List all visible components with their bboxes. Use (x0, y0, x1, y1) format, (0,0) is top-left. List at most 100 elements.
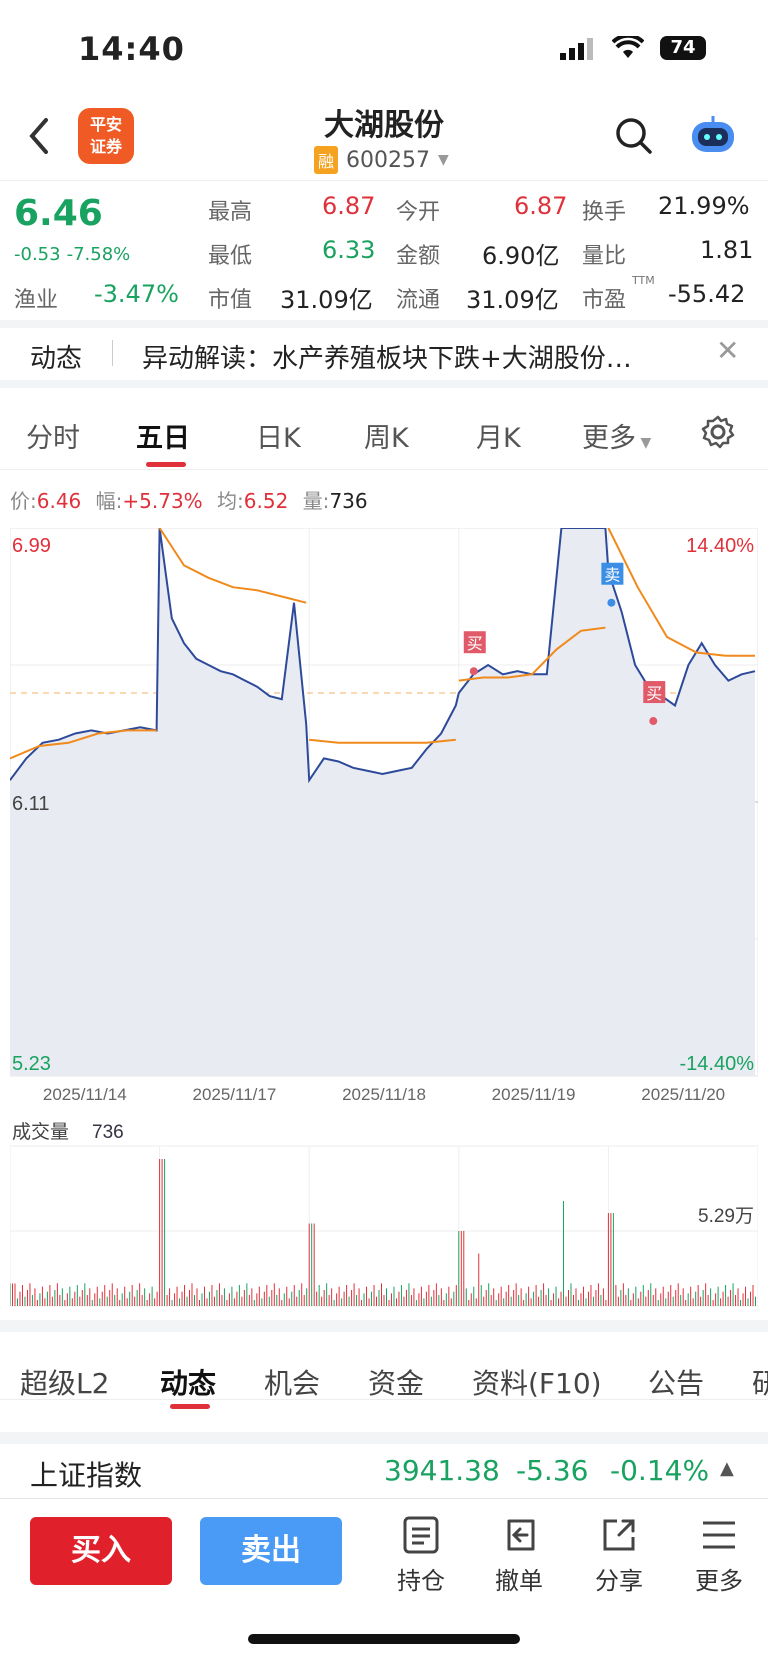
tab-news[interactable]: 动态 (160, 1362, 216, 1402)
low-value: 6.33 (322, 236, 376, 264)
news-bar[interactable]: 动态 异动解读：水产养殖板块下跌+大湖股份… ✕ (0, 320, 768, 388)
document-icon (403, 1516, 439, 1554)
tab-f10[interactable]: 资料(F10) (472, 1362, 602, 1402)
tab-announcements[interactable]: 公告 (648, 1362, 704, 1402)
float-value: 31.09亿 (466, 286, 559, 314)
tab-five-day[interactable]: 五日 (136, 416, 190, 455)
info-range: +5.73% (122, 489, 203, 513)
tab-intraday[interactable]: 分时 (26, 416, 80, 455)
index-pct: -0.14% (610, 1454, 710, 1487)
x-tick-date: 2025/11/20 (641, 1085, 725, 1104)
industry-pct[interactable]: -3.47% (94, 280, 179, 308)
y-tick-high: 6.99 (12, 535, 51, 557)
volume-frame (9, 1145, 759, 1307)
x-tick-date: 2025/11/18 (342, 1085, 426, 1104)
change-value: -0.53 (14, 244, 61, 265)
change-pct: -7.58% (66, 244, 131, 265)
tab-opportunity[interactable]: 机会 (264, 1362, 320, 1402)
index-value: 3941.38 (384, 1454, 500, 1487)
menu-icon (703, 1521, 735, 1549)
trade-marker-label: 买 (646, 685, 662, 703)
volume-max-label: 5.29万 (698, 1206, 754, 1227)
caret-down-icon: ▼ (636, 435, 652, 451)
x-tick-date: 2025/11/14 (43, 1085, 127, 1104)
x-tick-date: 2025/11/19 (492, 1085, 576, 1104)
share-icon (603, 1519, 635, 1551)
stock-code: 600257 (346, 147, 430, 173)
action-bar: 买入 卖出 持仓 撤单 分享 更多 (0, 1498, 768, 1608)
news-divider (112, 340, 113, 366)
turnover-value: 21.99% (658, 192, 750, 220)
gear-icon[interactable] (700, 414, 736, 454)
tab-daily-k[interactable]: 日K (256, 416, 301, 455)
amount-value: 6.90亿 (482, 242, 560, 270)
battery-level: 74 (670, 37, 696, 58)
y-tick-low: 5.23 (12, 1053, 51, 1075)
bottom-tabs: 超级L2 动态 机会 资金 资料(F10) 公告 研 (0, 1320, 768, 1409)
trade-marker-dot (469, 667, 478, 676)
high-label: 最高 (208, 200, 253, 225)
cancel-order-button[interactable]: 撤单 (484, 1515, 554, 1596)
open-label: 今开 (396, 200, 441, 225)
battery-icon: 74 (660, 36, 706, 60)
cancel-order-label: 撤单 (495, 1567, 543, 1595)
y-tick-prev: 6.11 (12, 793, 49, 815)
info-vol-label: 量: (302, 489, 330, 513)
news-label: 动态 (30, 344, 83, 374)
index-name: 上证指数 (30, 1459, 143, 1492)
price-chart[interactable]: 6.99 6.11 5.23 14.40% -14.40% 2025/11/14 2025/… (9, 527, 759, 1322)
share-button[interactable]: 分享 (584, 1515, 654, 1596)
industry-label[interactable]: 渔业 (14, 282, 58, 314)
amount-label: 金额 (396, 244, 441, 269)
bottom-active-indicator (170, 1404, 210, 1409)
status-time: 14:40 (78, 30, 185, 68)
chart-canvas[interactable]: 6.99 6.11 5.23 14.40% -14.40% 2025/11/14 2025/… (9, 527, 759, 1318)
index-change: -5.36 (516, 1454, 589, 1487)
crosshair-info: 价:6.46 幅:+5.73% 均:6.52 量:736 (10, 485, 368, 514)
tab-more-label: 更多 (582, 423, 636, 454)
volume-value: 736 (92, 1122, 124, 1143)
info-price-label: 价: (10, 489, 37, 513)
pe-ttm: TTM (632, 274, 655, 287)
info-vol: 736 (329, 489, 368, 513)
caret-down-icon: ▼ (438, 152, 449, 168)
tab-more[interactable]: 更多 ▼ (582, 416, 651, 455)
tab-funds[interactable]: 资金 (368, 1362, 424, 1402)
news-text[interactable]: 异动解读：水产养殖板块下跌+大湖股份… (142, 338, 632, 375)
info-range-label: 幅: (95, 489, 123, 513)
undo-icon (507, 1519, 535, 1551)
trade-marker-dot (607, 598, 616, 607)
trade-marker-label: 买 (467, 635, 483, 653)
buy-button[interactable]: 买入 (30, 1517, 172, 1585)
vol-ratio-value: 1.81 (700, 236, 754, 264)
low-label: 最低 (208, 244, 253, 269)
holdings-button[interactable]: 持仓 (386, 1515, 456, 1596)
chart-tabs: 分时 五日 日K 周K 月K 更多 ▼ (0, 400, 768, 470)
home-indicator (248, 1634, 520, 1644)
status-bar: 14:40 74 (0, 0, 768, 96)
index-bar[interactable]: 上证指数 3941.38 -5.36 -0.14% ▲ (0, 1432, 768, 1498)
tab-super-l2[interactable]: 超级L2 (20, 1362, 109, 1402)
float-label: 流通 (396, 288, 441, 313)
holdings-label: 持仓 (397, 1567, 445, 1595)
close-icon[interactable]: ✕ (716, 334, 739, 367)
pct-tick-low: -14.40% (680, 1053, 755, 1075)
share-label: 分享 (595, 1567, 643, 1595)
sell-button[interactable]: 卖出 (200, 1517, 342, 1585)
high-value: 6.87 (322, 192, 376, 220)
robot-icon[interactable] (688, 114, 738, 162)
wifi-icon (611, 33, 645, 64)
price-area (10, 528, 755, 1076)
info-avg: 6.52 (243, 489, 289, 513)
mktcap-value: 31.09亿 (280, 286, 373, 314)
search-icon[interactable] (614, 116, 654, 160)
tab-research[interactable]: 研 (752, 1362, 768, 1402)
x-tick-date: 2025/11/17 (192, 1085, 276, 1104)
pe-value: -55.42 (668, 280, 746, 308)
tab-monthly-k[interactable]: 月K (476, 416, 521, 455)
stock-code-selector[interactable]: 融 600257 ▼ (314, 146, 449, 174)
tab-weekly-k[interactable]: 周K (364, 416, 409, 455)
more-button[interactable]: 更多 (684, 1515, 754, 1596)
trade-marker-dot (649, 717, 658, 726)
expand-up-icon[interactable]: ▲ (720, 1458, 734, 1479)
